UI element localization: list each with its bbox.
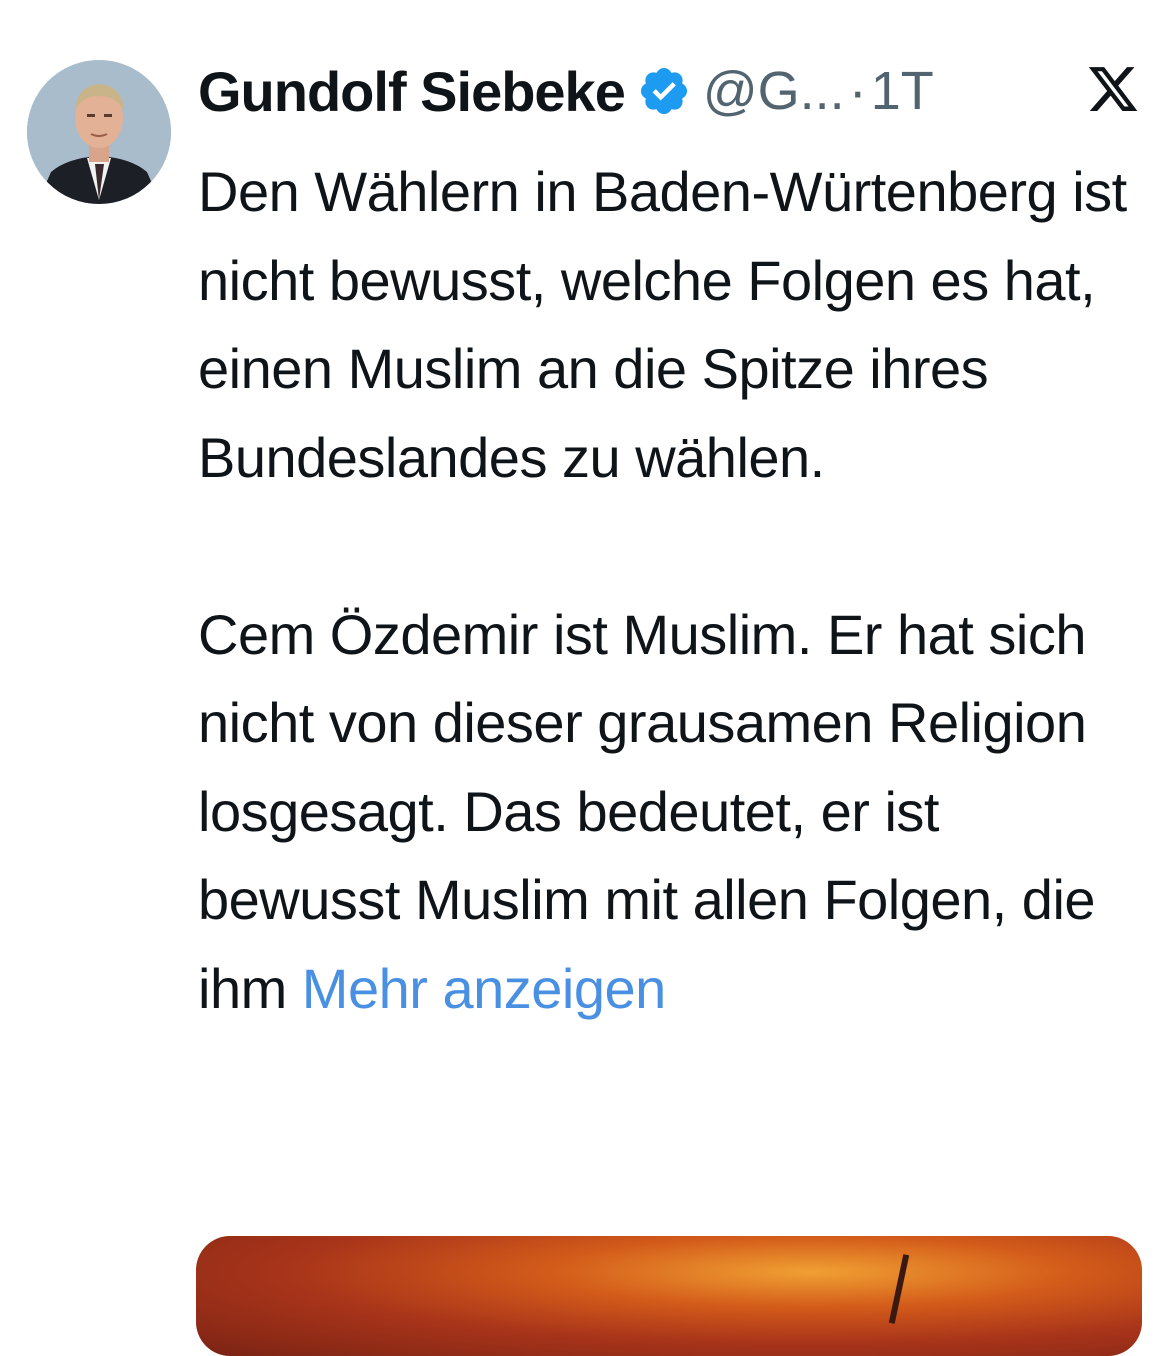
tweet-paragraph-1: Den Wählern in Baden-Würtenberg ist nich…: [198, 148, 1148, 502]
author-name[interactable]: Gundolf Siebeke: [198, 59, 626, 124]
author-handle[interactable]: @G...: [703, 60, 845, 122]
avatar[interactable]: [27, 60, 171, 204]
separator-dot: ·: [848, 61, 867, 121]
verified-badge-icon[interactable]: [637, 64, 691, 118]
tweet-media-image[interactable]: [196, 1236, 1142, 1356]
x-logo-icon: [1086, 62, 1140, 116]
media-detail: [888, 1254, 910, 1324]
show-more-link[interactable]: Mehr anzeigen: [302, 957, 666, 1020]
tweet-text: Den Wählern in Baden-Würtenberg ist nich…: [198, 148, 1148, 1033]
avatar-photo: [27, 60, 171, 204]
tweet[interactable]: Gundolf Siebeke @G... · 1T Den Wählern i…: [0, 0, 1170, 1356]
tweet-paragraph-1-text: Den Wählern in Baden-Würtenberg ist nich…: [198, 160, 1127, 489]
tweet-header: Gundolf Siebeke @G... · 1T: [198, 56, 1150, 126]
timestamp[interactable]: 1T: [871, 60, 934, 122]
tweet-paragraph-2: Cem Özdemir ist Muslim. Er hat sich nich…: [198, 591, 1148, 1034]
